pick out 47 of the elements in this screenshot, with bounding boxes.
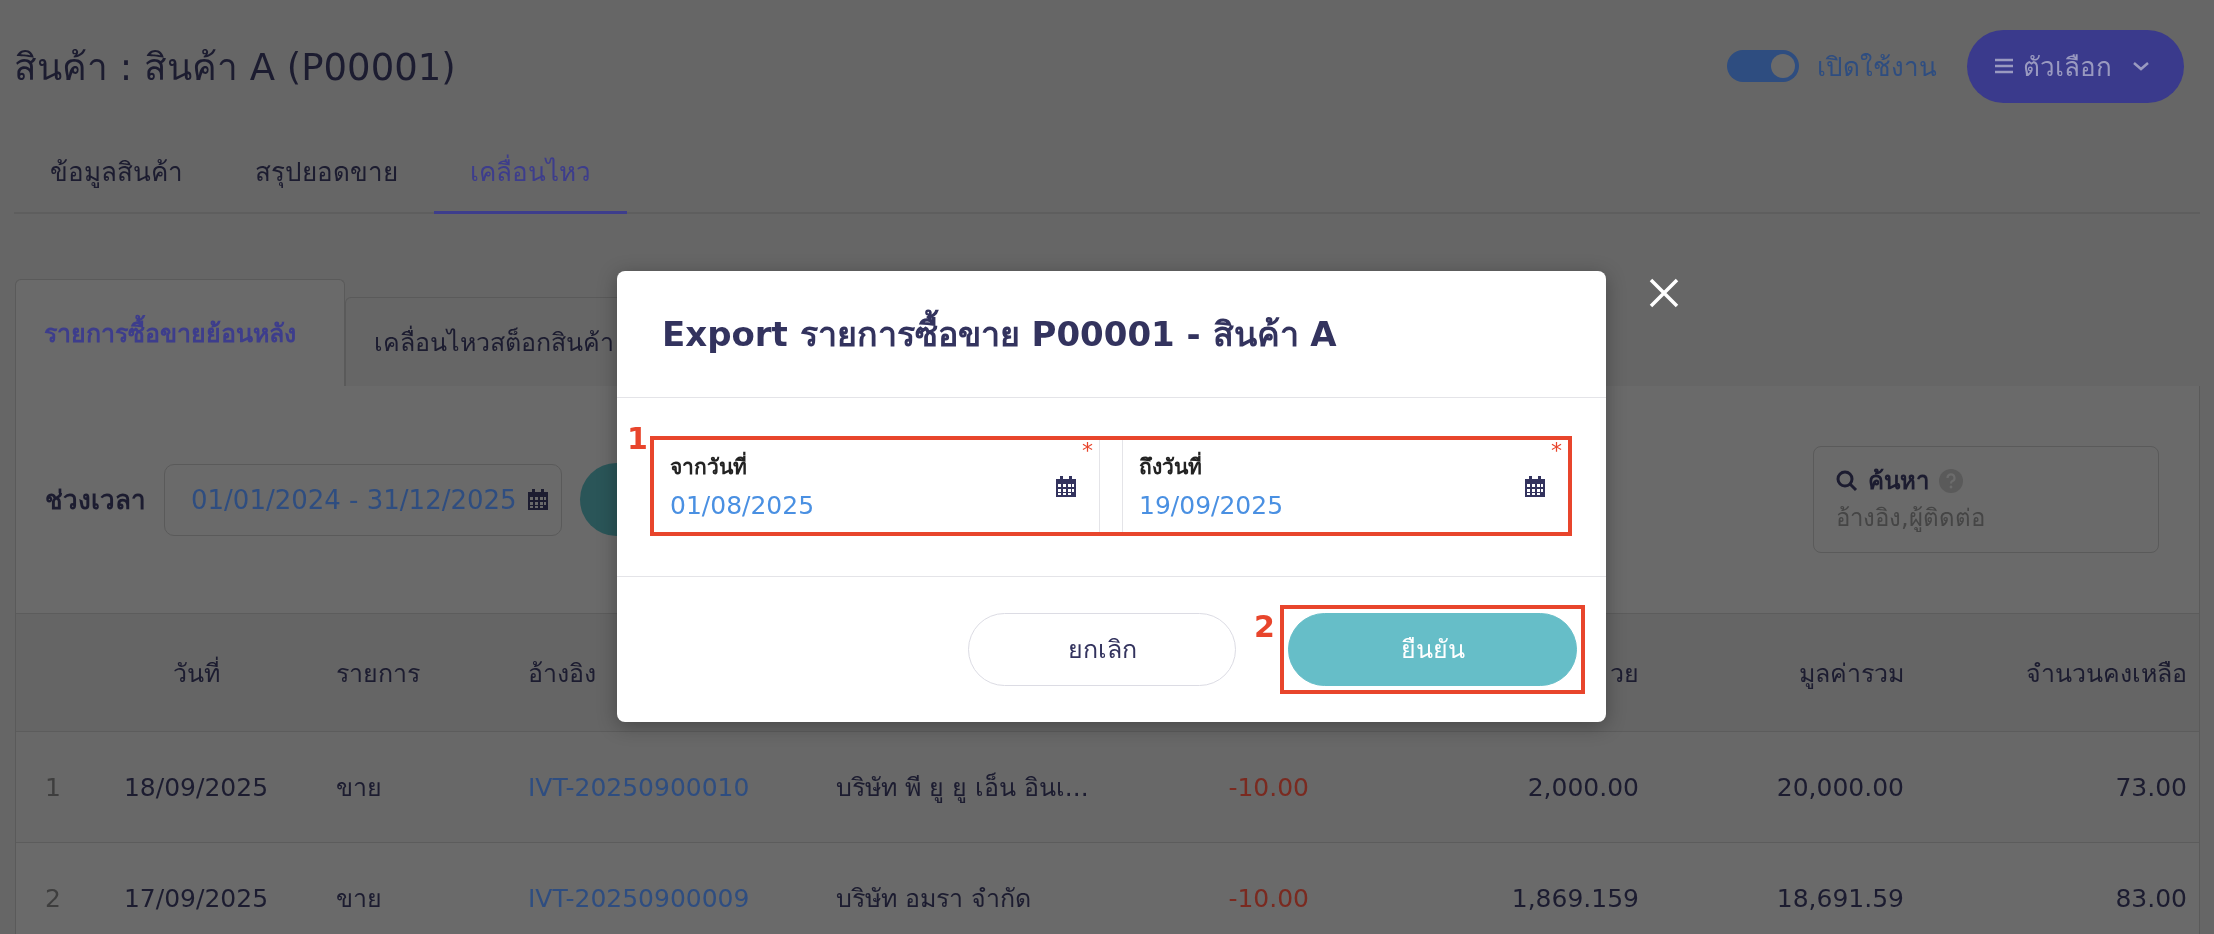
type-cell-text: ขาย bbox=[335, 772, 383, 804]
toggle-label: เปิดใช้งาน bbox=[1817, 50, 1937, 84]
column-header: วย bbox=[1609, 657, 1640, 690]
calendar-icon[interactable] bbox=[1055, 476, 1077, 498]
filter-label: ช่วงเวลา bbox=[45, 484, 146, 517]
options-button[interactable]: ตัวเลือก bbox=[1967, 29, 2184, 103]
column-header: รายการ bbox=[335, 657, 421, 690]
balance-cell-text: 83.00 bbox=[2114, 883, 2188, 913]
required-mark: * bbox=[1551, 438, 1562, 463]
date-range-field[interactable]: 01/01/2024 - 31/12/2025 bbox=[164, 463, 562, 536]
type-cell-text: ขาย bbox=[335, 883, 383, 915]
reference-link[interactable]: IVT-20250900009 bbox=[461, 883, 801, 913]
annotation-number: 2 bbox=[1254, 609, 1275, 644]
unit-price-cell-text: 2,000.00 bbox=[1526, 772, 1640, 802]
column-header: วันที่ bbox=[171, 655, 221, 690]
date-cell-text: 18/09/2025 bbox=[122, 772, 270, 802]
column-header: จำนวนคงเหลือ bbox=[2025, 657, 2188, 690]
column-header: มูลค่ารวม bbox=[1798, 657, 1905, 691]
quantity-cell-text: -10.00 bbox=[1227, 883, 1310, 913]
quantity-cell-text: -10.00 bbox=[1227, 772, 1310, 802]
calendar-icon bbox=[526, 488, 549, 511]
unit-price-cell-text: 1,869.159 bbox=[1510, 883, 1640, 913]
tab[interactable]: สรุปยอดขาย bbox=[219, 132, 434, 214]
caret-icon bbox=[2132, 61, 2150, 71]
contact-cell-text: บริษัท พี ยู ยู เอ็น อินเ... bbox=[835, 771, 1090, 805]
menu-icon bbox=[1995, 58, 2013, 74]
column-header: อ้างอิง bbox=[527, 657, 597, 690]
balance-cell-text: 73.00 bbox=[2114, 772, 2188, 802]
tab[interactable]: ข้อมูลสินค้า bbox=[14, 132, 219, 214]
search-label: ค้นหา bbox=[1868, 466, 1929, 497]
annotation-number: 1 bbox=[627, 421, 648, 456]
reference-link[interactable]: IVT-20250900010 bbox=[461, 772, 801, 802]
calendar-icon[interactable] bbox=[1524, 476, 1546, 498]
total-cell-text: 18,691.59 bbox=[1775, 883, 1905, 913]
dialog-title: Export รายการซื้อขาย P00001 - สินค้า A bbox=[662, 307, 1337, 361]
search-icon bbox=[1836, 469, 1858, 492]
date-cell-text: 17/09/2025 bbox=[122, 883, 270, 913]
total-cell-text: 20,000.00 bbox=[1775, 772, 1905, 802]
page-title: สินค้า : สินค้า A (P00001) bbox=[14, 44, 456, 91]
confirm-button[interactable]: ยืนยัน bbox=[1288, 612, 1577, 686]
contact-cell-text: บริษัท อมรา จำกัด bbox=[835, 883, 1032, 915]
close-icon[interactable] bbox=[1648, 277, 1680, 309]
date-field[interactable]: จากวันที่ 01/08/2025 * bbox=[654, 440, 1100, 532]
status-toggle[interactable] bbox=[1727, 50, 1799, 82]
date-field[interactable]: ถึงวันที่ 19/09/2025 * bbox=[1122, 440, 1568, 532]
cancel-button[interactable]: ยกเลิก bbox=[968, 612, 1236, 686]
required-mark: * bbox=[1082, 438, 1093, 463]
